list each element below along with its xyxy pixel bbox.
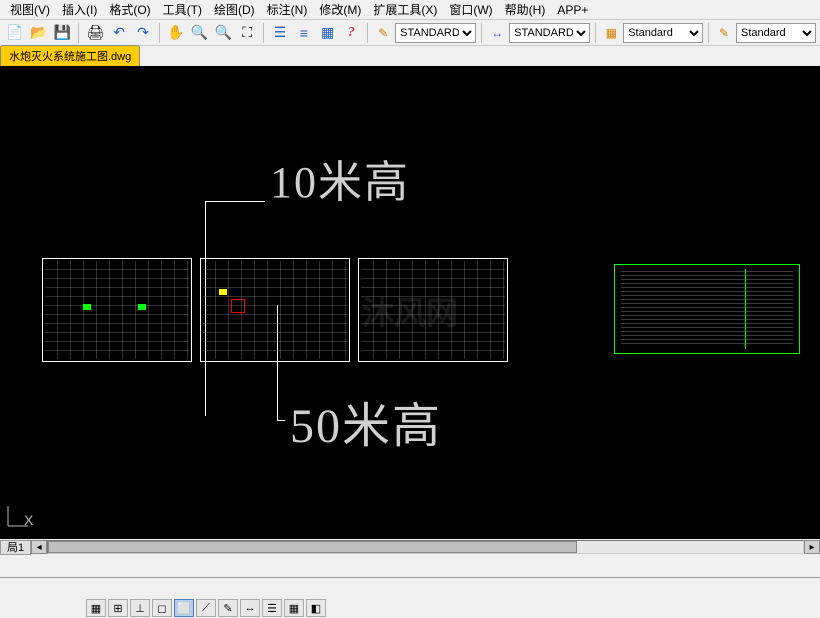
annotation-text-top: 10米高 xyxy=(270,146,410,210)
menu-bar: 视图(V) 插入(I) 格式(O) 工具(T) 绘图(D) 标注(N) 修改(M… xyxy=(0,0,820,20)
status-lwt-toggle[interactable]: ↔ xyxy=(240,599,260,617)
status-extra2-toggle[interactable]: ◧ xyxy=(306,599,326,617)
dim-style-icon[interactable]: ↔ xyxy=(487,23,507,43)
title-block-sheet xyxy=(614,264,800,354)
status-otrack-toggle[interactable]: ⟋ xyxy=(196,599,216,617)
status-extra1-toggle[interactable]: ▦ xyxy=(284,599,304,617)
mleader-style-icon[interactable]: ✎ xyxy=(714,23,734,43)
menu-draw[interactable]: 绘图(D) xyxy=(208,0,261,20)
table-style-select[interactable]: Standard xyxy=(623,23,703,43)
properties-button[interactable]: ☰ xyxy=(269,22,291,44)
menu-view[interactable]: 视图(V) xyxy=(4,0,56,20)
text-style-icon[interactable]: ✎ xyxy=(373,23,393,43)
open-button[interactable]: 📂 xyxy=(28,22,50,44)
menu-format[interactable]: 格式(O) xyxy=(103,0,156,20)
separator xyxy=(708,23,709,43)
scroll-right-arrow[interactable]: ▸ xyxy=(804,540,820,554)
text-style-select[interactable]: STANDARD xyxy=(395,23,476,43)
menu-extensions[interactable]: 扩展工具(X) xyxy=(367,0,443,20)
yellow-marker xyxy=(219,289,227,295)
status-snap-toggle[interactable]: ⊞ xyxy=(108,599,128,617)
dim-style-select[interactable]: STANDARD xyxy=(509,23,590,43)
redo-button[interactable]: ↷ xyxy=(132,22,154,44)
zoom-extents-button[interactable]: ⛶ xyxy=(236,22,258,44)
menu-tools[interactable]: 工具(T) xyxy=(157,0,208,20)
save-button[interactable]: 💾 xyxy=(52,22,74,44)
status-osnap-toggle[interactable]: ⬜ xyxy=(174,599,194,617)
separator xyxy=(159,23,160,43)
red-marker xyxy=(231,299,245,313)
scroll-track[interactable] xyxy=(47,540,804,554)
help-button[interactable]: ? xyxy=(341,22,363,44)
status-ortho-toggle[interactable]: ⊥ xyxy=(130,599,150,617)
ucs-icon: X xyxy=(6,504,30,531)
print-button[interactable]: 🖨 xyxy=(84,22,106,44)
floor-plan-content xyxy=(45,261,189,359)
menu-modify[interactable]: 修改(M) xyxy=(313,0,367,20)
separator xyxy=(263,23,264,43)
new-button[interactable]: 📄 xyxy=(4,22,26,44)
list-button[interactable]: ≡ xyxy=(293,22,315,44)
pan-button[interactable]: ✋ xyxy=(165,22,187,44)
mleader-style-select[interactable]: Standard xyxy=(736,23,816,43)
floor-plan-content xyxy=(361,261,505,359)
annotation-text-bottom: 50米高 xyxy=(290,386,442,456)
layout-tab[interactable]: 局1 xyxy=(0,540,31,555)
leader-line xyxy=(205,201,265,202)
table-button[interactable]: ▦ xyxy=(317,22,339,44)
green-marker xyxy=(138,304,146,310)
status-polar-toggle[interactable]: ◻ xyxy=(152,599,172,617)
status-dyn-toggle[interactable]: ✎ xyxy=(218,599,238,617)
status-model-toggle[interactable]: ☰ xyxy=(262,599,282,617)
ucs-x-label: X xyxy=(24,512,33,528)
menu-help[interactable]: 帮助(H) xyxy=(499,0,552,20)
zoom-out-button[interactable]: 🔍 xyxy=(212,22,234,44)
menu-app[interactable]: APP+ xyxy=(551,1,594,19)
scroll-left-arrow[interactable]: ◂ xyxy=(31,540,47,554)
menu-insert[interactable]: 插入(I) xyxy=(56,0,103,20)
menu-dimension[interactable]: 标注(N) xyxy=(261,0,314,20)
legend-column xyxy=(745,269,795,349)
floor-plan-content xyxy=(203,261,347,359)
status-grid-toggle[interactable]: ▦ xyxy=(86,599,106,617)
zoom-in-button[interactable]: 🔍 xyxy=(189,22,211,44)
drawing-canvas[interactable]: 10米高 50米高 沐风网 X 局1 ◂ ▸ xyxy=(0,66,820,555)
undo-button[interactable]: ↶ xyxy=(108,22,130,44)
leader-line xyxy=(277,420,285,421)
drawing-sheet-3 xyxy=(358,258,508,362)
horizontal-scrollbar: 局1 ◂ ▸ xyxy=(0,539,820,555)
table-style-icon[interactable]: ▦ xyxy=(601,23,621,43)
separator xyxy=(481,23,482,43)
separator xyxy=(595,23,596,43)
main-toolbar: 📄 📂 💾 🖨 ↶ ↷ ✋ 🔍 🔍 ⛶ ☰ ≡ ▦ ? ✎ STANDARD ↔… xyxy=(0,20,820,46)
scroll-thumb[interactable] xyxy=(48,541,576,553)
separator xyxy=(367,23,368,43)
drawing-sheet-1 xyxy=(42,258,192,362)
file-tab-bar: 水炮灭火系统施工图.dwg xyxy=(0,46,820,66)
separator xyxy=(78,23,79,43)
menu-window[interactable]: 窗口(W) xyxy=(443,0,498,20)
file-tab-active[interactable]: 水炮灭火系统施工图.dwg xyxy=(0,45,140,66)
green-marker xyxy=(83,304,91,310)
drawing-sheet-2 xyxy=(200,258,350,362)
status-bar: ▦ ⊞ ⊥ ◻ ⬜ ⟋ ✎ ↔ ☰ ▦ ◧ xyxy=(0,577,820,617)
